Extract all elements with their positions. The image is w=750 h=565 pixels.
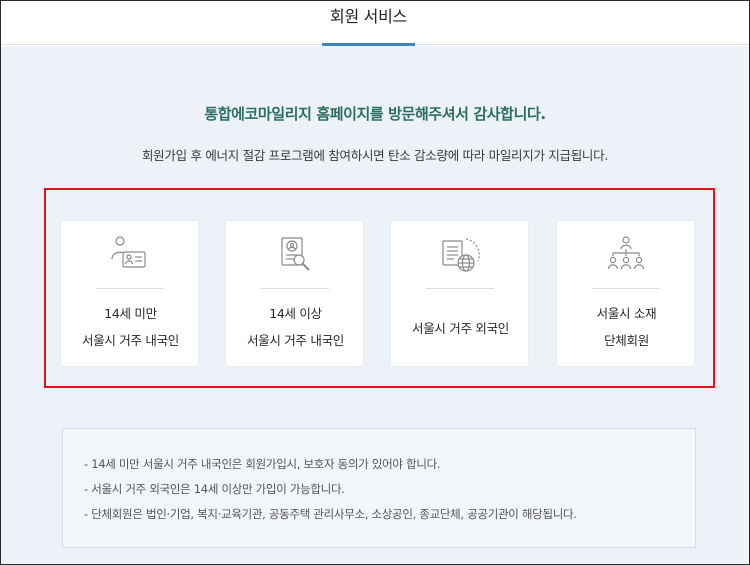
- card-label-line1: 서울시 소재: [596, 306, 657, 321]
- window-frame: 회원 서비스 통합에코마일리지 홈페이지를 방문해주셔서 감사합니다. 회원가입…: [0, 0, 750, 565]
- group-org-icon: [607, 236, 645, 270]
- notice-item: - 단체회원은 법인·기업, 복지·교육기관, 공동주택 관리사무소, 소상공인…: [84, 507, 577, 521]
- card-divider: [426, 288, 494, 289]
- tab-member-service[interactable]: 회원 서비스: [322, 1, 415, 46]
- member-type-card-under14[interactable]: 14세 미만 서울시 거주 내국인: [60, 220, 199, 367]
- subtitle-message: 회원가입 후 에너지 절감 프로그램에 참여하시면 탄소 감소량에 따라 마일리…: [141, 148, 608, 163]
- notice-box: - 14세 미만 서울시 거주 내국인은 회원가입시, 보호자 동의가 있어야 …: [62, 428, 696, 548]
- card-label-line2: 서울시 거주 내국인: [82, 333, 179, 348]
- card-divider: [592, 288, 660, 289]
- member-type-card-over14[interactable]: 14세 이상 서울시 거주 내국인: [225, 220, 364, 367]
- main-content: 통합에코마일리지 홈페이지를 방문해주셔서 감사합니다. 회원가입 후 에너지 …: [1, 46, 749, 564]
- card-label-line2: 단체회원: [604, 333, 649, 348]
- header: 회원 서비스: [1, 1, 749, 46]
- welcome-message: 통합에코마일리지 홈페이지를 방문해주셔서 감사합니다.: [204, 105, 546, 123]
- id-card-person-icon: [111, 236, 146, 268]
- card-label-line1: 서울시 거주 외국인: [412, 321, 509, 336]
- notice-item: - 서울시 거주 외국인은 14세 이상만 가입이 가능합니다.: [84, 482, 345, 496]
- card-divider: [261, 288, 329, 289]
- card-label-line1: 14세 이상: [269, 306, 322, 321]
- page-title: 회원 서비스: [330, 7, 407, 26]
- document-globe-icon: [442, 238, 480, 272]
- card-label-line2: 서울시 거주 내국인: [247, 333, 344, 348]
- member-type-card-group[interactable]: 서울시 소재 단체회원: [556, 220, 695, 367]
- document-search-icon: [281, 237, 310, 271]
- card-label-line1: 14세 미만: [104, 306, 157, 321]
- member-type-card-foreigner[interactable]: 서울시 거주 외국인: [390, 220, 529, 367]
- notice-item: - 14세 미만 서울시 거주 내국인은 회원가입시, 보호자 동의가 있어야 …: [84, 457, 441, 471]
- card-divider: [96, 288, 164, 289]
